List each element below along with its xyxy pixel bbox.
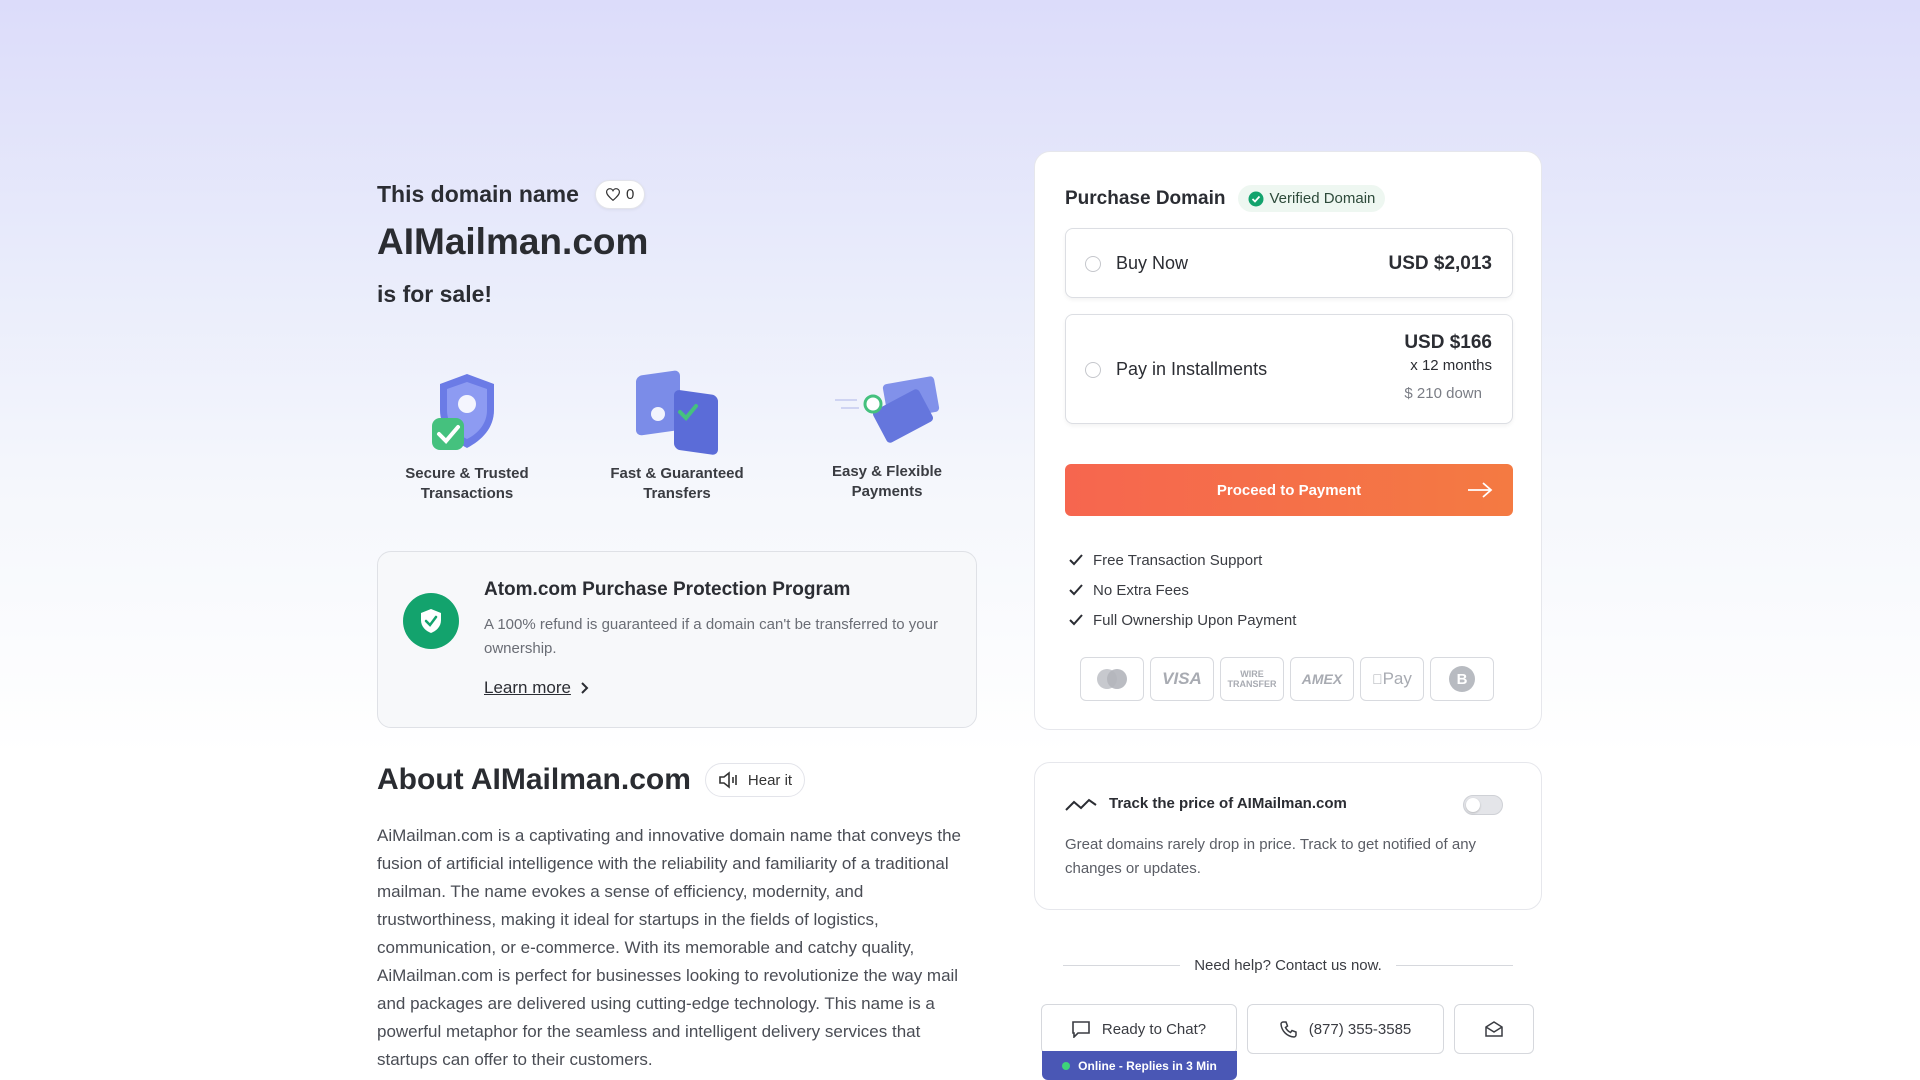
track-text: Great domains rarely drop in price. Trac…: [1065, 836, 1477, 877]
option-installments[interactable]: Pay in Installments USD $166 x 12 months…: [1065, 314, 1513, 424]
heart-icon: [605, 188, 620, 201]
proceed-label: Proceed to Payment: [1216, 481, 1362, 499]
chat-icon: [1072, 1020, 1090, 1038]
shield-check-icon: [432, 374, 494, 450]
protection-box: Atom.com Purchase Protection Program A 1…: [377, 551, 977, 728]
track-price-card: Track the price of AIMailman.com Great d…: [1034, 762, 1542, 910]
online-status-text: Online - Replies in 3 Min: [1078, 1058, 1217, 1073]
feature-secure: Secure & Trusted Transactions: [377, 370, 557, 504]
buy-now-radio[interactable]: [1085, 256, 1101, 272]
check-icon: [1069, 554, 1083, 566]
apple-pay-icon: Pay: [1360, 657, 1424, 701]
arrow-right-icon: [1468, 482, 1493, 498]
hero: This domain name 0 AIMailman.com is for …: [377, 180, 977, 308]
feature-payments: Easy & Flexible Payments: [797, 370, 977, 504]
track-title: Track the price of AIMailman.com: [1109, 795, 1347, 812]
payment-methods: VISA WIRE TRANSFER AMEX Pay B: [1080, 657, 1494, 701]
online-status-bar: Online - Replies in 3 Min: [1042, 1051, 1237, 1080]
installments-down: $ 210 down: [1404, 385, 1482, 402]
benefits-list: Free Transaction Support No Extra Fees F…: [1069, 545, 1296, 635]
features: Secure & Trusted Transactions Fast & Guar…: [377, 370, 977, 504]
learn-more-label: Learn more: [484, 678, 571, 697]
verified-badge: Verified Domain: [1237, 185, 1386, 212]
chevron-right-icon: [581, 682, 589, 694]
help-divider: Need help? Contact us now.: [1063, 957, 1513, 974]
buy-now-label: Buy Now: [1116, 253, 1189, 273]
trend-icon: [1065, 798, 1097, 811]
learn-more-link[interactable]: Learn more: [484, 678, 589, 698]
protection-title: Atom.com Purchase Protection Program: [484, 579, 851, 600]
about-header: About AIMailman.com Hear it: [377, 763, 806, 797]
benefit-item: Full Ownership Upon Payment: [1069, 605, 1296, 635]
chat-button[interactable]: Ready to Chat?: [1041, 1004, 1237, 1054]
option-buy-now[interactable]: Buy Now USD $2,013: [1065, 228, 1513, 298]
feature-transfer: Fast & Guaranteed Transfers: [587, 370, 767, 504]
mail-icon: [1485, 1021, 1503, 1037]
installments-price: USD $166: [1404, 332, 1492, 353]
svg-text:B: B: [1457, 671, 1468, 688]
chat-label: Ready to Chat?: [1101, 1020, 1207, 1038]
protection-desc: A 100% refund is guaranteed if a domain …: [484, 616, 938, 657]
wire-transfer-icon: WIRE TRANSFER: [1220, 657, 1284, 701]
online-dot-icon: [1062, 1061, 1071, 1070]
shield-icon: [403, 593, 459, 649]
verified-label: Verified Domain: [1269, 190, 1376, 207]
buy-now-price: USD $2,013: [1388, 253, 1492, 274]
divider-line: [1395, 965, 1513, 966]
hear-it-button[interactable]: Hear it: [704, 763, 806, 797]
feature-payments-label: Easy & Flexible Payments: [831, 463, 943, 500]
amex-icon: AMEX: [1290, 657, 1354, 701]
installments-months: x 12 months: [1410, 357, 1492, 374]
purchase-card: Purchase Domain Verified Domain Buy Now …: [1034, 151, 1542, 730]
about-title: About AIMailman.com: [377, 763, 691, 796]
installments-label: Pay in Installments: [1116, 359, 1268, 379]
domain-name: AIMailman.com: [377, 221, 649, 262]
mastercard-icon: [1080, 657, 1144, 701]
visa-icon: VISA: [1150, 657, 1214, 701]
bitcoin-icon: B: [1430, 657, 1494, 701]
for-sale-text: is for sale!: [377, 281, 493, 307]
speaker-icon: [719, 771, 737, 789]
help-text: Need help? Contact us now.: [1194, 957, 1382, 974]
card-payment-icon: [835, 376, 940, 443]
like-count: 0: [625, 186, 635, 203]
benefit-item: Free Transaction Support: [1069, 545, 1296, 575]
feature-secure-label: Secure & Trusted Transactions: [405, 465, 529, 502]
proceed-to-payment-button[interactable]: Proceed to Payment: [1065, 464, 1513, 516]
check-icon: [1069, 584, 1083, 596]
about-text: AiMailman.com is a captivating and innov…: [377, 826, 961, 1069]
benefit-item: No Extra Fees: [1069, 575, 1296, 605]
hero-title-pre: This domain name: [377, 181, 579, 207]
track-price-toggle[interactable]: [1463, 795, 1503, 815]
installments-radio[interactable]: [1085, 362, 1101, 378]
phone-icon: [1279, 1020, 1297, 1038]
email-button[interactable]: [1454, 1004, 1534, 1054]
transfer-icon: [636, 370, 718, 455]
divider-line: [1063, 965, 1181, 966]
check-icon: [1069, 614, 1083, 626]
purchase-title: Purchase Domain: [1065, 187, 1226, 209]
phone-number: (877) 355-3585: [1308, 1020, 1412, 1038]
phone-button[interactable]: (877) 355-3585: [1247, 1004, 1444, 1054]
hear-it-label: Hear it: [747, 771, 793, 789]
verified-check-icon: [1248, 191, 1263, 206]
like-button[interactable]: 0: [594, 180, 646, 209]
feature-transfer-label: Fast & Guaranteed Transfers: [610, 465, 744, 502]
